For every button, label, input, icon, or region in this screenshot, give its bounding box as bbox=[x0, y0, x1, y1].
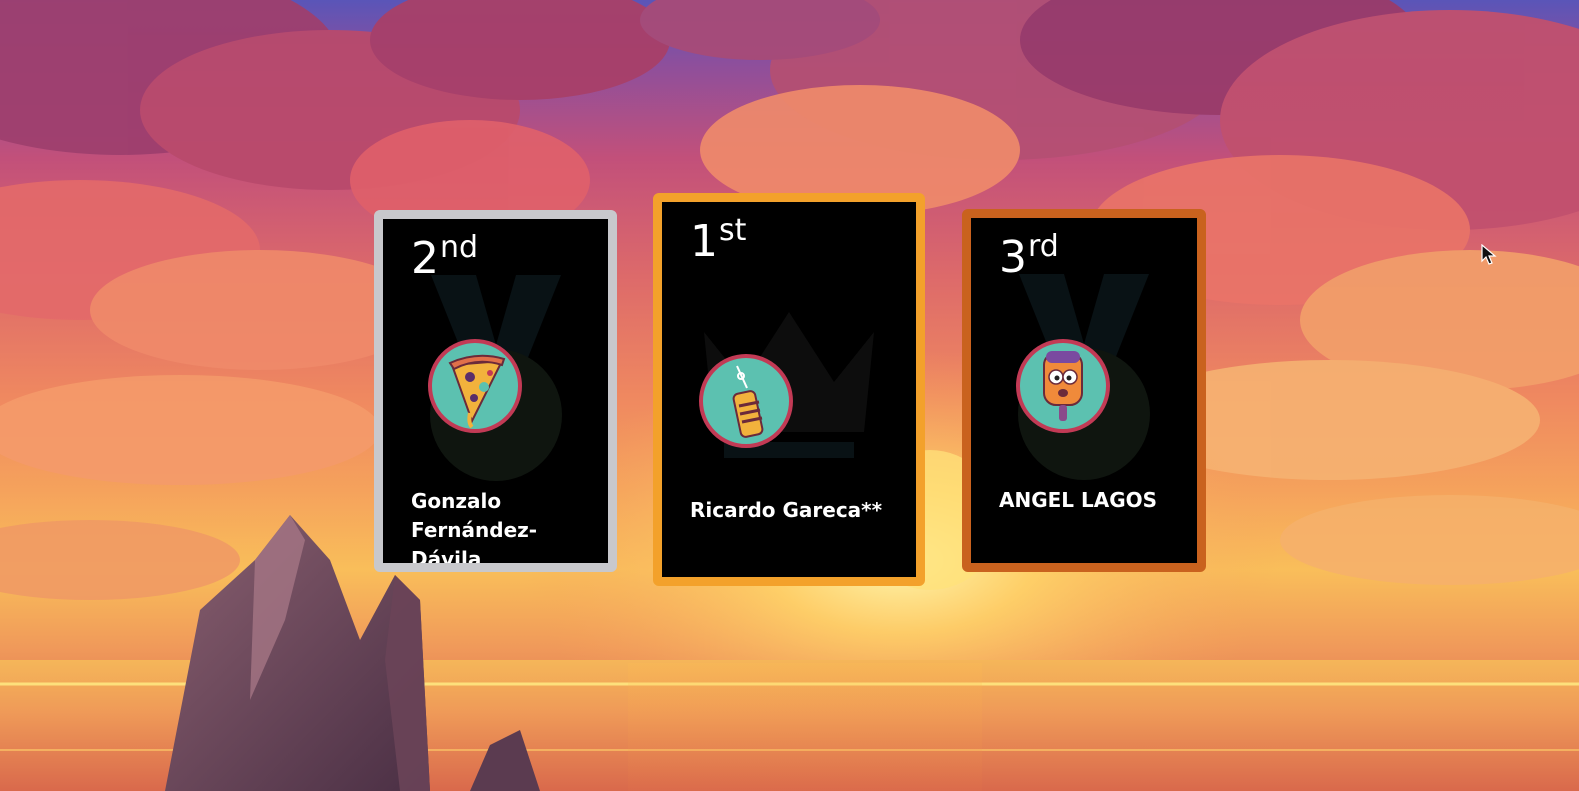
player-name: ANGEL LAGOS bbox=[999, 488, 1158, 512]
player-avatar bbox=[1016, 339, 1110, 433]
player-avatar bbox=[428, 339, 522, 433]
podium-card-third: 3rd ANGEL LAGOS bbox=[962, 209, 1206, 572]
podium-scene: 2nd Gonzalo Fernández-Dávila 1st Ricardo… bbox=[0, 0, 1579, 791]
popsicle-character-icon bbox=[1043, 351, 1083, 421]
podium-card-second: 2nd Gonzalo Fernández-Dávila bbox=[374, 210, 617, 572]
rank-label: 1st bbox=[690, 216, 746, 264]
player-avatar bbox=[699, 354, 793, 448]
rank-suffix: rd bbox=[1028, 229, 1059, 264]
rank-suffix: nd bbox=[440, 230, 479, 265]
rank-number: 1 bbox=[690, 216, 718, 267]
podium-card-first: 1st Ricardo Gareca** bbox=[653, 193, 925, 586]
rank-suffix: st bbox=[719, 213, 747, 248]
player-name: Gonzalo Fernández-Dávila bbox=[411, 489, 538, 571]
pizza-slice-icon bbox=[448, 354, 506, 429]
mouse-cursor-icon bbox=[1481, 244, 1497, 265]
floor-highlight bbox=[628, 663, 982, 791]
pencil-sharpener-icon bbox=[732, 365, 764, 438]
player-name: Ricardo Gareca** bbox=[690, 498, 883, 522]
